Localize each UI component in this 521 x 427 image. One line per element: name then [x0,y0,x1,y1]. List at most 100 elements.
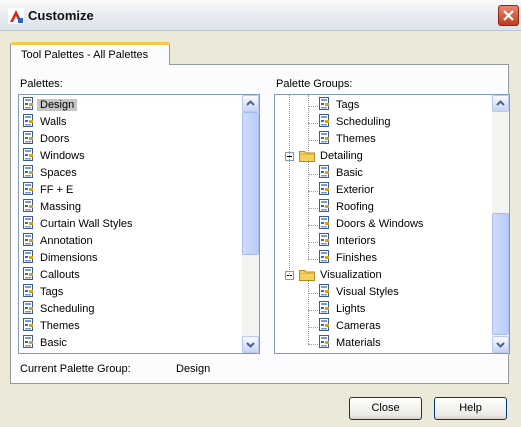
tree-line [308,280,309,344]
tree-palette-node[interactable]: Finishes [319,250,380,267]
tool-palette-icon [23,131,35,145]
item-label: Scheduling [336,116,391,128]
tree-palette-node[interactable]: Doors & Windows [319,216,426,233]
tool-palette-icon [23,148,35,162]
palette-list-item[interactable]: Basic [23,335,70,352]
tool-palette-icon [23,250,35,264]
folder-icon [299,149,315,162]
item-label: FF + E [40,184,74,196]
tree-line [308,123,318,124]
item-label: Themes [40,320,80,332]
current-group-value: Design [176,363,211,375]
help-button[interactable]: Help [434,397,507,420]
tree-palette-node[interactable]: Interiors [319,233,379,250]
tree-line [308,344,318,345]
tool-palette-icon [319,335,331,349]
palette-list-item[interactable]: Callouts [23,267,83,284]
tab-label: Tool Palettes - All Palettes [21,49,149,61]
item-label: Materials [336,337,381,349]
tree-palette-node[interactable]: Tags [319,97,362,114]
tree-line [308,208,318,209]
item-label: Roofing [336,201,374,213]
scroll-down-button[interactable] [492,336,509,353]
item-label: Scheduling [40,303,95,315]
chevron-down-icon [246,342,255,348]
scroll-down-button[interactable] [242,336,259,353]
palette-list-item[interactable]: Curtain Wall Styles [23,216,136,233]
tree-line [308,225,318,226]
tree-line [308,327,318,328]
item-label: Visualization [320,269,382,281]
tree-palette-node[interactable]: Exterior [319,182,377,199]
chevron-up-icon [496,100,505,106]
tool-palette-icon [319,131,331,145]
close-button[interactable]: Close [349,397,422,420]
tree-line [308,140,318,141]
tree-palette-node[interactable]: Roofing [319,199,377,216]
palette-groups-label: Palette Groups: [276,78,353,90]
palette-list-item[interactable]: Design [23,97,78,114]
tool-palette-icon [23,284,35,298]
item-label: Doors [40,133,70,145]
palette-list-item[interactable]: Dimensions [23,250,100,267]
tree-palette-node[interactable]: Cameras [319,318,384,335]
tool-palette-icon [319,301,331,315]
tree-palette-node[interactable]: Themes [319,131,379,148]
chevron-down-icon [496,342,505,348]
tree-group-node[interactable]: Visualization [299,267,385,284]
item-label: Annotation [40,235,93,247]
tree-line [308,106,318,107]
item-label: Interiors [336,235,376,247]
tool-palette-icon [319,318,331,332]
item-label: Basic [336,167,363,179]
scroll-thumb[interactable] [242,112,259,255]
palette-list-item[interactable]: Annotation [23,233,96,250]
palettes-listbox[interactable]: Basic Themes Scheduling Tags Callouts Dimensi… [18,94,260,354]
palette-list-item[interactable]: Walls [23,114,69,131]
tool-palette-icon [23,182,35,196]
tree-group-node[interactable]: Detailing [299,148,366,165]
window-close-button[interactable] [498,5,519,26]
palette-list-item[interactable]: Scheduling [23,301,97,318]
tool-palette-icon [23,267,35,281]
item-label: Detailing [320,150,363,162]
tool-palette-icon [319,114,331,128]
tree-line [308,293,318,294]
current-group-label: Current Palette Group: [20,363,131,375]
palette-list-item[interactable]: Windows [23,148,88,165]
tool-palette-icon [319,250,331,264]
tool-palette-icon [23,233,35,247]
tree-line [308,191,318,192]
palette-list-item[interactable]: FF + E [23,182,76,199]
palette-groups-tree[interactable]: Materials Cameras Lights Visual Styles Visua… [274,94,510,354]
palette-list-item[interactable]: Tags [23,284,66,301]
item-label: Visual Styles [336,286,399,298]
chevron-up-icon [246,100,255,106]
palettes-scrollbar[interactable] [242,95,259,353]
tree-palette-node[interactable]: Lights [319,301,368,318]
palette-list-item[interactable]: Doors [23,131,72,148]
item-label: Tags [40,286,64,298]
item-label: Tags [336,99,360,111]
autocad-app-icon [8,8,24,24]
scroll-thumb[interactable] [492,213,509,335]
window-title: Customize [28,8,94,23]
groups-scrollbar[interactable] [492,95,509,353]
tool-palette-icon [319,182,331,196]
palette-list-item[interactable]: Themes [23,318,83,335]
scroll-up-button[interactable] [242,95,259,112]
scroll-up-button[interactable] [492,95,509,112]
item-label: Cameras [336,320,381,332]
tree-palette-node[interactable]: Visual Styles [319,284,402,301]
tree-palette-node[interactable]: Scheduling [319,114,393,131]
tree-palette-node[interactable]: Basic [319,165,366,182]
tree-palette-node[interactable]: Materials [319,335,384,352]
palette-list-item[interactable]: Spaces [23,165,80,182]
item-label: Spaces [40,167,77,179]
palette-list-item[interactable]: Massing [23,199,84,216]
tool-palette-icon [23,97,35,111]
tree-line [308,95,309,153]
item-label: Massing [40,201,81,213]
tool-palette-icon [319,284,331,298]
tab-tool-palettes[interactable]: Tool Palettes - All Palettes [10,42,170,65]
